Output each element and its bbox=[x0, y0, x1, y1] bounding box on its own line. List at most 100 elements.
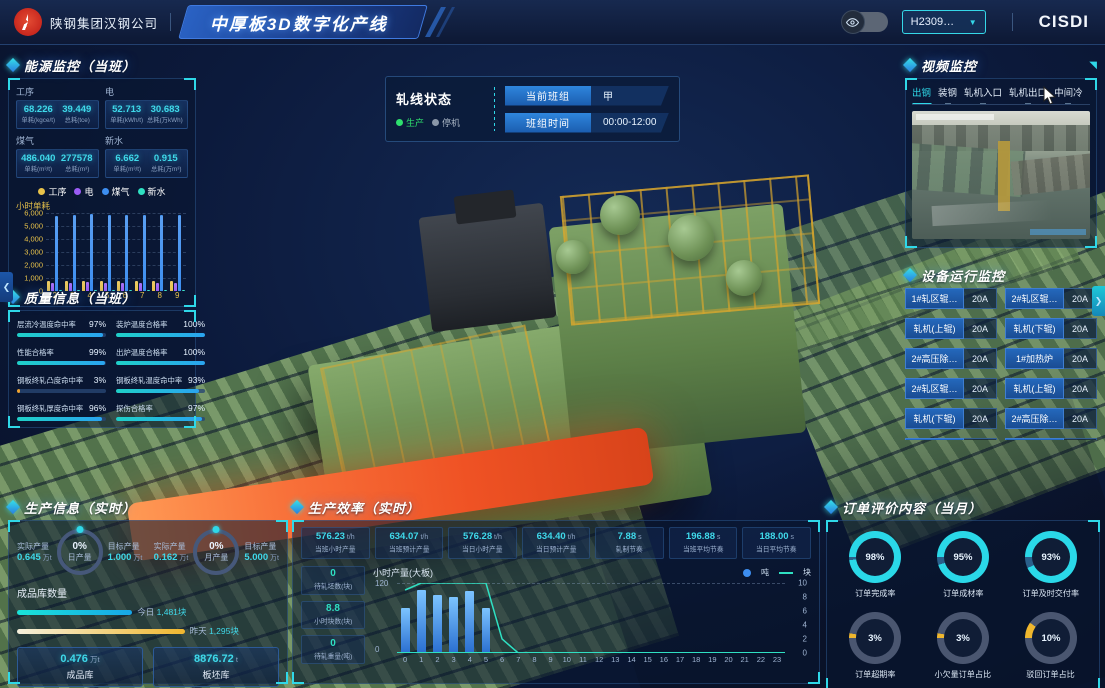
energy-legend-item[interactable]: 煤气 bbox=[102, 185, 130, 198]
y-tick-label-right: 2 bbox=[803, 635, 807, 644]
header-divider bbox=[170, 13, 171, 31]
device-name: 2#轧区辊… bbox=[1005, 288, 1064, 309]
device-cell: 2#高压除…20A bbox=[905, 348, 997, 369]
y-tick-label: 6,000 bbox=[24, 209, 43, 218]
cctv-video-feed[interactable] bbox=[912, 111, 1090, 239]
device-current-value: 20A bbox=[1064, 408, 1097, 429]
target-output-label: 目标产量 bbox=[108, 541, 143, 552]
device-cell bbox=[1005, 438, 1097, 440]
device-row: 轧机(上辊)20A轧机(下辊)20A bbox=[905, 318, 1097, 339]
donut-ring: 98% bbox=[849, 531, 901, 583]
quality-item-header: 钢板终轧凸度命中率3% bbox=[17, 375, 106, 386]
y-tick-label-right: 0 bbox=[803, 649, 807, 658]
efficiency-metric-value: 7.88 s bbox=[597, 531, 662, 542]
shift-group-badge: 当前班组 甲 bbox=[505, 86, 669, 106]
quality-progress-fill bbox=[17, 333, 103, 337]
energy-metric-unit: 总耗(tce) bbox=[59, 116, 94, 125]
device-cell: 轧机(上辊)20A bbox=[905, 318, 997, 339]
quality-progress-fill bbox=[17, 361, 105, 365]
video-tab-装钢[interactable]: 装钢 bbox=[938, 85, 957, 101]
quality-progress-track bbox=[17, 333, 106, 337]
x-tick-label: 0 bbox=[397, 655, 413, 664]
shift-time-label: 班组时间 bbox=[505, 113, 591, 133]
energy-chart-plot bbox=[46, 213, 186, 291]
energy-bar-group bbox=[151, 213, 169, 291]
eye-icon[interactable] bbox=[841, 10, 865, 34]
diamond-icon bbox=[824, 500, 838, 514]
stock-bar-row: 昨天 1,295块 bbox=[17, 625, 279, 637]
efficiency-stat-label: 小时块数(块) bbox=[314, 617, 352, 627]
video-tab-出钢[interactable]: 出钢 bbox=[912, 85, 931, 101]
left-collapse-tab[interactable]: ❮ bbox=[0, 272, 13, 302]
device-cell: 轧机(上辊)20A bbox=[1005, 378, 1097, 399]
panel-mill-status: 轧线状态 生产 停机 当前班组 甲 班组时间 00:00-12:00 bbox=[385, 76, 680, 142]
quality-item-percent: 100% bbox=[183, 347, 205, 357]
mouse-cursor bbox=[1043, 86, 1059, 111]
energy-metric-value: 6.662 bbox=[108, 153, 147, 164]
video-tab-轧机入口[interactable]: 轧机入口 bbox=[964, 85, 1002, 101]
video-tab-轧机出口[interactable]: 轧机出口 bbox=[1009, 85, 1047, 101]
device-cell: 2#高压除…20A bbox=[1005, 408, 1097, 429]
quality-progress-fill bbox=[116, 361, 205, 365]
progress-ring: 0%月产量 bbox=[193, 529, 239, 575]
shift-group-label: 当前班组 bbox=[505, 86, 591, 106]
quality-item-percent: 100% bbox=[183, 319, 205, 329]
cisdi-logo: CISDI bbox=[1039, 12, 1089, 32]
shift-group-value: 甲 bbox=[591, 86, 669, 106]
energy-legend-item[interactable]: 电 bbox=[74, 185, 93, 198]
energy-metric-col: 52.713单耗(kWh/t) bbox=[108, 104, 145, 125]
y-tick-label-left: 120 bbox=[375, 579, 388, 588]
cctv-timestamp-overlay bbox=[916, 114, 994, 120]
energy-bar-group bbox=[64, 213, 82, 291]
energy-metric-col: 68.226单耗(kgce/t) bbox=[19, 104, 58, 125]
order-donut-订单成材率: 95%订单成材率 bbox=[937, 531, 989, 604]
device-select-dropdown[interactable]: H2309… ▼ bbox=[902, 10, 986, 34]
efficiency-stat-label: 待轧重量(吨) bbox=[314, 651, 352, 661]
efficiency-metric-label: 当日预计产量 bbox=[527, 545, 585, 555]
donut-value: 93% bbox=[1032, 538, 1070, 576]
device-cell: 2#轧区辊…20A bbox=[905, 378, 997, 399]
quality-item-label: 钢板终轧凸度命中率 bbox=[17, 375, 83, 385]
donut-label: 驳回订单占比 bbox=[1027, 668, 1075, 679]
stock-section-title: 成品库数量 bbox=[17, 585, 279, 600]
actual-output: 实际产量0.162 万t bbox=[154, 541, 189, 563]
device-name: 2#高压除… bbox=[1005, 408, 1064, 429]
energy-bar-group bbox=[134, 213, 152, 291]
quality-item-percent: 99% bbox=[89, 347, 106, 357]
right-collapse-tab[interactable]: ❯ bbox=[1092, 286, 1105, 316]
energy-metric-name: 煤气 bbox=[16, 134, 99, 147]
legend-dot-icon bbox=[38, 188, 45, 195]
panel-collapse-icon[interactable]: ◥ bbox=[1089, 60, 1097, 71]
quality-item-label: 探伤合格率 bbox=[116, 403, 153, 413]
energy-bar-group bbox=[46, 213, 64, 291]
efficiency-metric-value: 576.28 t/h bbox=[450, 531, 515, 542]
quality-item-percent: 97% bbox=[188, 403, 205, 413]
energy-metric-col: 486.040单耗(m³/t) bbox=[19, 153, 58, 174]
energy-metric-value: 68.226 bbox=[19, 104, 58, 115]
actual-output-value: 0.162 万t bbox=[154, 552, 189, 563]
bar-煤气 bbox=[143, 215, 146, 291]
y-tick-label: 2,000 bbox=[24, 261, 43, 270]
quality-item-header: 钢板终轧温度命中率93% bbox=[116, 375, 205, 386]
panel-title: 生产效率（实时） bbox=[308, 498, 420, 517]
device-current-value bbox=[1064, 438, 1097, 440]
quality-item: 层流冷温度命中率97% bbox=[17, 319, 106, 337]
energy-bar-group bbox=[81, 213, 99, 291]
x-tick-label: 5 bbox=[478, 655, 494, 664]
energy-metric-value: 39.449 bbox=[58, 104, 97, 115]
quality-progress-track bbox=[116, 361, 205, 365]
energy-metric-unit: 单耗(m³/t) bbox=[21, 165, 56, 174]
quality-item: 性能合格率99% bbox=[17, 347, 106, 365]
panel-video-monitor: 视频监控 ◥ 出钢装钢轧机入口轧机出口中间冷电动辊道 bbox=[905, 56, 1097, 248]
donut-value: 98% bbox=[856, 538, 894, 576]
quality-item-percent: 93% bbox=[188, 375, 205, 385]
legend-dot-icon bbox=[102, 188, 109, 195]
device-row bbox=[905, 438, 1097, 440]
device-name: 1#加热炉 bbox=[1005, 348, 1064, 369]
view-toggle[interactable] bbox=[842, 12, 888, 32]
energy-metric-box: 68.226单耗(kgce/t)39.449总耗(tce) bbox=[16, 100, 99, 129]
energy-legend-item[interactable]: 新水 bbox=[138, 185, 166, 198]
energy-legend-item[interactable]: 工序 bbox=[38, 185, 66, 198]
x-tick-label: 12 bbox=[591, 655, 607, 664]
cctv-floor bbox=[932, 200, 1053, 226]
